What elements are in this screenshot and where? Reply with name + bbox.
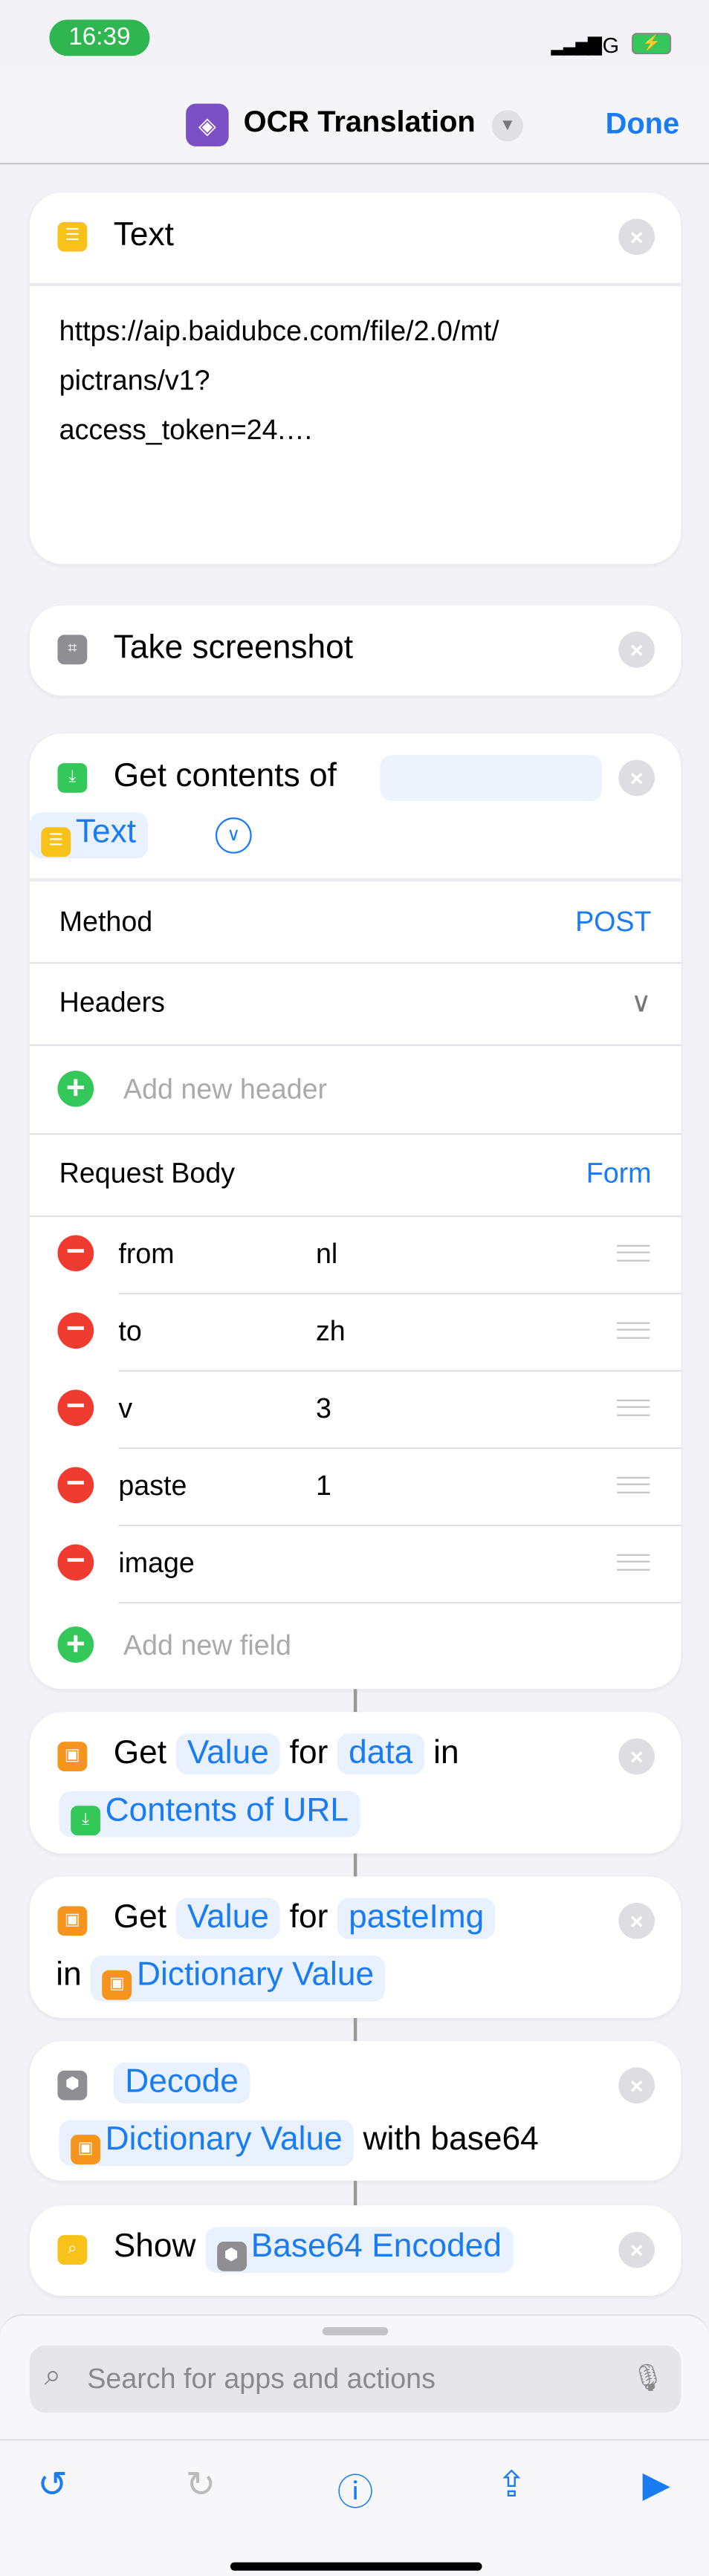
- add-field-icon[interactable]: +: [57, 1626, 94, 1663]
- action-title: Get contents of: [113, 758, 337, 795]
- time-pill: 16:39: [49, 19, 150, 56]
- remove-field-icon[interactable]: −: [57, 1544, 94, 1581]
- info-icon[interactable]: ⓘ: [332, 2464, 378, 2517]
- remove-field-icon[interactable]: −: [57, 1312, 94, 1349]
- page-title[interactable]: OCR Translation: [244, 106, 476, 140]
- text-field[interactable]: https://aip.baidubce.com/file/2.0/mt/ pi…: [59, 308, 499, 455]
- text-line: access_token=24.…: [59, 414, 314, 446]
- get-contents-card[interactable]: ⤓ Get contents of × ☰ Text ∨ Method POST H…: [29, 733, 682, 1690]
- field-value[interactable]: 1: [316, 1470, 331, 1503]
- remove-field-icon[interactable]: −: [57, 1389, 94, 1427]
- add-header-button[interactable]: Add new header: [123, 1074, 709, 1106]
- add-header-icon[interactable]: +: [57, 1070, 94, 1107]
- field-key[interactable]: v: [118, 1393, 132, 1426]
- dictionary-value-token[interactable]: ▣ Dictionary Value: [59, 2120, 354, 2167]
- field-value[interactable]: zh: [316, 1316, 346, 1349]
- text-action-card[interactable]: ☰ Text × https://aip.baidubce.com/file/2…: [29, 192, 682, 565]
- show-result-icon: ⌕: [57, 2235, 88, 2265]
- method-label: Method: [59, 906, 153, 938]
- base64-icon: ⬢: [57, 2070, 88, 2100]
- close-icon[interactable]: ×: [618, 1903, 655, 1939]
- field-key[interactable]: to: [118, 1316, 141, 1349]
- url-token-blank[interactable]: [380, 754, 603, 801]
- take-screenshot-card[interactable]: ⌗ Take screenshot ×: [29, 605, 682, 696]
- dictionary-icon: ▣: [57, 1906, 88, 1936]
- text-token[interactable]: ☰ Text: [29, 812, 148, 859]
- field-value[interactable]: nl: [316, 1239, 337, 1271]
- screenshot-icon: ⌗: [57, 635, 88, 665]
- close-icon[interactable]: ×: [618, 2067, 655, 2104]
- sheet-grabber[interactable]: [322, 2327, 389, 2336]
- request-body-label: Request Body: [59, 1158, 236, 1190]
- redo-icon[interactable]: ↻: [178, 2464, 224, 2507]
- show-result-card[interactable]: ⌕ Show ⬢ Base64 Encoded ×: [29, 2205, 682, 2297]
- text-icon: ☰: [41, 827, 71, 857]
- field-key[interactable]: paste: [118, 1470, 187, 1503]
- close-icon[interactable]: ×: [618, 2231, 655, 2268]
- mode-token[interactable]: Decode: [113, 2062, 250, 2104]
- divider: [29, 282, 682, 287]
- drag-handle-icon[interactable]: [617, 1245, 650, 1262]
- search-input[interactable]: ⌕ Search for apps and actions 🎙︎: [29, 2345, 682, 2413]
- add-field-button[interactable]: Add new field: [123, 1630, 709, 1663]
- action-title: Text: [113, 217, 174, 253]
- get-dictionary-value-card-2[interactable]: ▣ Get Value for pasteImg × in ▣ Dictionar…: [29, 1876, 682, 2018]
- text-line: pictrans/v1?: [59, 365, 210, 397]
- contents-of-url-token[interactable]: ⤓ Contents of URL: [59, 1791, 360, 1837]
- headers-label[interactable]: Headers: [59, 987, 165, 1019]
- text-line: https://aip.baidubce.com/file/2.0/mt/: [59, 315, 499, 348]
- expand-chevron-icon[interactable]: ∨: [215, 817, 252, 854]
- search-placeholder: Search for apps and actions: [87, 2363, 436, 2395]
- search-icon: ⌕: [44, 2358, 62, 2392]
- network-label: 5G: [590, 33, 620, 58]
- microphone-icon[interactable]: 🎙︎: [631, 2362, 664, 2395]
- key-token[interactable]: pasteImg: [337, 1898, 496, 1939]
- drag-handle-icon[interactable]: [617, 1476, 650, 1493]
- request-body-type[interactable]: Form: [586, 1158, 652, 1190]
- field-key[interactable]: image: [118, 1548, 195, 1580]
- dictionary-icon: ▣: [57, 1742, 88, 1771]
- play-icon[interactable]: ▶: [633, 2464, 679, 2507]
- value-token[interactable]: Value: [175, 1898, 281, 1939]
- text-icon: ☰: [57, 221, 88, 252]
- dictionary-value-token[interactable]: ▣ Dictionary Value: [91, 1955, 386, 2002]
- base64-encoded-token[interactable]: ⬢ Base64 Encoded: [204, 2227, 514, 2274]
- undo-icon[interactable]: ↺: [30, 2464, 76, 2507]
- shortcuts-icon: ◈: [186, 103, 229, 147]
- drag-handle-icon[interactable]: [617, 1322, 650, 1339]
- drag-handle-icon[interactable]: [617, 1399, 650, 1416]
- field-key[interactable]: from: [118, 1239, 174, 1271]
- close-icon[interactable]: ×: [618, 1738, 655, 1775]
- value-token[interactable]: Value: [175, 1733, 281, 1775]
- close-icon[interactable]: ×: [618, 759, 655, 797]
- key-token[interactable]: data: [337, 1733, 424, 1775]
- download-icon: ⤓: [57, 763, 88, 793]
- chevron-down-icon[interactable]: ∨: [631, 987, 652, 1019]
- home-indicator: [230, 2562, 482, 2571]
- battery-icon: ⚡: [631, 33, 672, 55]
- close-icon[interactable]: ×: [618, 631, 655, 668]
- drag-handle-icon[interactable]: [617, 1554, 650, 1571]
- action-title: Take screenshot: [113, 629, 354, 666]
- base64-decode-card[interactable]: ⬢ Decode × ▣ Dictionary Value with base64: [29, 2040, 682, 2181]
- remove-field-icon[interactable]: −: [57, 1467, 94, 1504]
- share-icon[interactable]: ⇪: [488, 2464, 534, 2507]
- field-value[interactable]: 3: [316, 1393, 331, 1426]
- close-icon[interactable]: ×: [618, 218, 655, 256]
- method-value[interactable]: POST: [575, 906, 651, 939]
- get-dictionary-value-card[interactable]: ▣ Get Value for data in × ⤓ Contents of U…: [29, 1712, 682, 1854]
- remove-field-icon[interactable]: −: [57, 1235, 94, 1272]
- chevron-down-icon[interactable]: ▼: [491, 110, 523, 142]
- done-button[interactable]: Done: [606, 107, 680, 141]
